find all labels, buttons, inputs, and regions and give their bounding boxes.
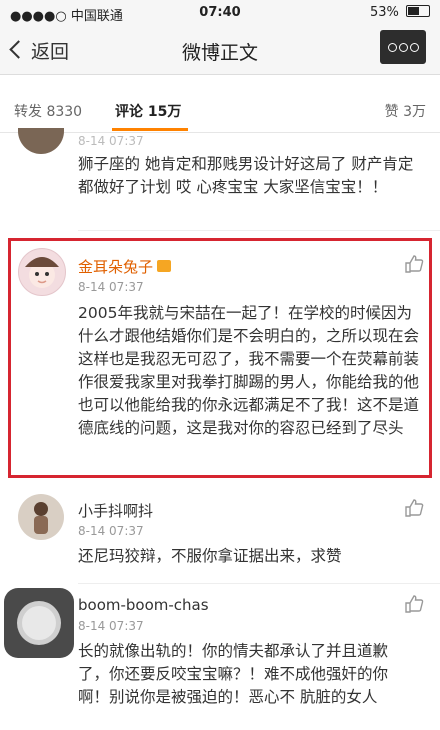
avatar-figure [34, 502, 48, 534]
thumbs-up-icon[interactable] [404, 498, 424, 518]
vip-badge-icon [157, 260, 172, 272]
more-button[interactable] [380, 30, 426, 64]
comment-author[interactable]: 金耳朵兔子 [78, 256, 172, 277]
comment-author[interactable]: 小手抖啊抖 [78, 500, 153, 521]
active-tab-indicator [112, 128, 188, 131]
avatar[interactable] [18, 128, 64, 154]
tab-bar: 转发 8330 评论 15万 赞 3万 [0, 90, 440, 133]
battery-indicator: 53% [370, 5, 430, 20]
comment-time: 8-14 07:37 [78, 619, 144, 633]
avatar[interactable] [18, 248, 66, 296]
avatar[interactable] [4, 588, 74, 658]
comment-text: 狮子座的 她肯定和那贱男设计好这局了 财产肯定都做好了计划 哎 心疼宝宝 大家坚… [78, 155, 414, 196]
tab-comments[interactable]: 评论 15万 [115, 101, 181, 121]
nav-bar: 返回 微博正文 [0, 26, 440, 75]
comment-text: 还尼玛狡辩，不服你拿证据出来，求赞 [78, 547, 342, 565]
comment-time: 8-14 07:37 [78, 524, 144, 538]
thumbs-up-icon[interactable] [404, 594, 424, 614]
tab-likes[interactable]: 赞 3万 [385, 101, 426, 121]
avatar[interactable] [18, 494, 64, 540]
avatar-face [25, 257, 59, 288]
circle-button-icon [17, 601, 61, 645]
comment-text: 长的就像出轨的！你的情夫都承认了并且道歉了，你还要反咬宝宝嘛？！难不成他强奸的你… [78, 642, 389, 706]
divider [78, 583, 440, 584]
comment-time: 8-14 07:37 [78, 280, 144, 294]
battery-icon [406, 5, 430, 17]
tab-repost[interactable]: 转发 8330 [14, 101, 82, 121]
comment-text: 2005年我就与宋喆在一起了！在学校的时候因为什么才跟他结婚你们是不会明白的，之… [78, 304, 420, 437]
battery-percent: 53% [369, 5, 399, 20]
divider [78, 230, 440, 231]
comment-time: 8-14 07:37 [78, 134, 144, 148]
more-icon [387, 43, 397, 52]
thumbs-up-icon[interactable] [404, 254, 424, 274]
status-bar: ●●●●○ 中国联通 07:40 53% [0, 0, 440, 26]
page-title: 微博正文 [181, 42, 258, 64]
comment-author[interactable]: boom-boom-chas [78, 596, 209, 614]
